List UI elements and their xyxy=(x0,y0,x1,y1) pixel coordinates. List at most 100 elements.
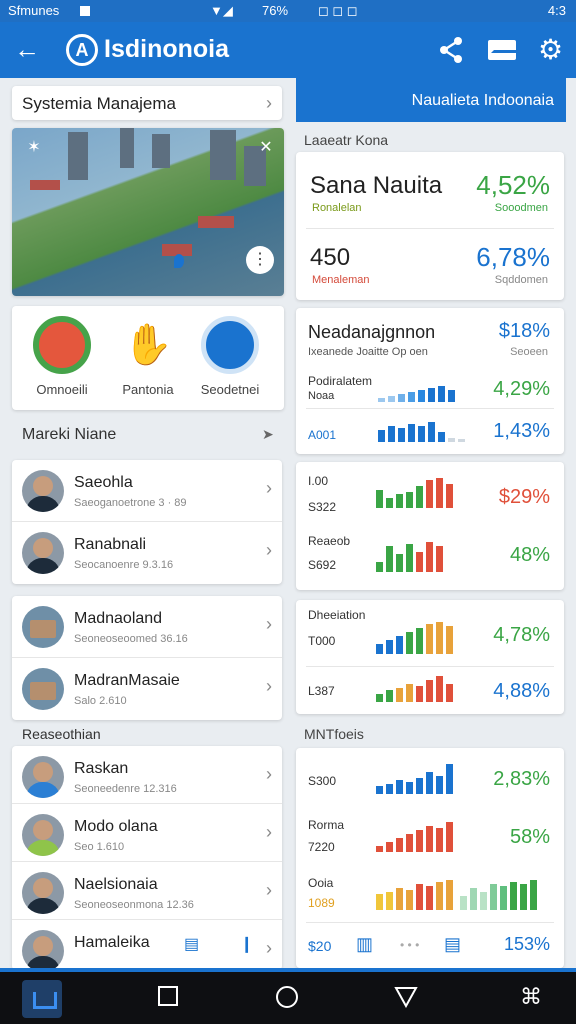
bar xyxy=(530,880,537,910)
recents-icon[interactable] xyxy=(158,986,178,1006)
bar xyxy=(408,392,415,402)
list-item[interactable]: MadranMasaie Salo 2.610 › xyxy=(12,658,282,720)
chart-card: I.00 S322 $29% Reaeob S692 48% xyxy=(296,462,564,590)
region-banner[interactable]: Naualieta Indoonaia xyxy=(296,78,566,122)
bar xyxy=(446,626,453,654)
chart-sublabel: S692 xyxy=(308,558,337,572)
bar xyxy=(426,624,433,654)
home-circle-icon[interactable] xyxy=(276,986,298,1008)
mail-icon[interactable] xyxy=(488,40,519,60)
metric-label: A001 xyxy=(308,428,337,442)
city-map-image[interactable]: ✶ ✕ ⋮ xyxy=(12,128,284,296)
bar xyxy=(438,386,445,402)
bar xyxy=(406,782,413,794)
bar xyxy=(416,686,423,702)
list-item[interactable]: Modo olana Seo 1.610 › xyxy=(12,804,282,862)
place-detail: Salo 2.610 xyxy=(74,695,127,707)
chevron-right-icon: › xyxy=(266,822,272,842)
chart-sublabel: 1089 xyxy=(308,896,335,910)
building-shape xyxy=(152,134,170,168)
avatar xyxy=(22,872,64,914)
stat-title: Sana Nauita xyxy=(310,172,443,199)
bar xyxy=(396,888,403,910)
chevron-right-icon: › xyxy=(266,676,272,696)
bar xyxy=(510,882,517,910)
expand-icon[interactable]: ➤ xyxy=(262,426,274,443)
bar xyxy=(446,684,453,702)
bar xyxy=(446,822,453,852)
status-bar: Sfmunes ▼◢ 76% ◻ ◻ ◻ 4:3 xyxy=(0,0,576,22)
gear-icon[interactable]: ⚙ xyxy=(538,36,563,64)
chart-percent: 4,78% xyxy=(493,624,550,646)
shortcut-label: Seodetnei xyxy=(200,382,260,397)
list-item[interactable]: Madnaoland Seoneoseoomed 36.16 › xyxy=(12,596,282,658)
chart-card: S300 2,83% Rorma 7220 58% Ooia 1089 $20 … xyxy=(296,748,564,968)
home-icon[interactable] xyxy=(22,980,62,1018)
bar xyxy=(398,394,405,402)
stat-value: 6,78% xyxy=(476,242,550,272)
more-options-icon[interactable]: ⋮ xyxy=(246,246,274,274)
mini-bar-chart xyxy=(378,410,465,442)
management-subtitle: Ixeanede Joaitte Op oen xyxy=(308,346,428,358)
bar xyxy=(426,480,433,508)
bar xyxy=(436,478,443,508)
shortcut-panel: Omnoeili ✋ Pantonia Seodetnei xyxy=(12,306,284,410)
management-card: Neadanajgnnon Ixeanede Joaitte Op oen $1… xyxy=(296,308,564,454)
building-shape xyxy=(68,132,88,180)
metric-label: Podiralatem xyxy=(308,374,373,388)
back-arrow-icon[interactable]: ← xyxy=(14,34,40,64)
shortcut-seodetnei[interactable]: Seodetnei xyxy=(190,316,270,397)
bar xyxy=(406,632,413,654)
chart-label: S300 xyxy=(308,774,337,788)
clipboard-icon[interactable]: ▤ xyxy=(184,934,199,954)
compass-icon[interactable]: ✶ xyxy=(20,134,48,162)
bar xyxy=(500,886,507,910)
bar xyxy=(446,484,453,508)
bar xyxy=(376,562,383,572)
chart-percent: 48% xyxy=(509,544,550,566)
bar xyxy=(436,776,443,794)
back-triangle-icon[interactable] xyxy=(394,986,418,1008)
share-icon[interactable] xyxy=(438,36,464,64)
tools-icon[interactable]: ✕ xyxy=(252,134,280,162)
building-shape xyxy=(210,130,236,180)
place-name: MadranMasaie xyxy=(74,672,180,689)
list-item[interactable]: Naelsionaia Seoneoseonmona 12.36 › xyxy=(12,862,282,920)
bank-icon[interactable]: ▥ xyxy=(356,934,373,955)
bar xyxy=(406,684,413,702)
assistant-icon[interactable]: ⌘ xyxy=(520,984,542,1010)
bar xyxy=(386,640,393,654)
chevron-right-icon: › xyxy=(266,540,272,560)
system-management-bar[interactable]: Systemia Manajema › xyxy=(12,86,282,120)
divider xyxy=(306,408,554,409)
place-thumbnail xyxy=(22,668,64,710)
shortcut-pantonia[interactable]: ✋ Pantonia xyxy=(108,316,188,397)
notification-icon xyxy=(80,6,90,16)
clipboard-icon[interactable]: ▤ xyxy=(444,934,461,955)
status-carrier: Sfmunes xyxy=(8,3,60,18)
stat-subtitle: Menaleman xyxy=(312,274,370,286)
bar-chart xyxy=(376,820,453,852)
chevron-right-icon: › xyxy=(266,478,272,498)
location-pin-icon xyxy=(174,254,184,268)
person-name: Hamaleika xyxy=(74,934,150,951)
list-item[interactable]: Hamaleika ▤ ❙ › xyxy=(12,920,282,970)
bar xyxy=(416,486,423,508)
shortcut-label: Pantonia xyxy=(122,382,174,397)
stat-title: 450 xyxy=(310,244,351,271)
pin-icon[interactable]: ❙ xyxy=(240,934,253,954)
list-item[interactable]: Saeohla Saeoganoetrone 3 · 89 › xyxy=(12,460,282,522)
list-item[interactable]: Raskan Seoneedenre 12.316 › xyxy=(12,746,282,804)
bar-chart xyxy=(376,540,443,572)
list-item[interactable]: Ranabnali Seocanoenre 9.3.16 › xyxy=(12,522,282,584)
bar xyxy=(446,764,453,794)
bar xyxy=(376,786,383,794)
bar xyxy=(406,834,413,852)
bar xyxy=(408,424,415,442)
chart-sublabel: S322 xyxy=(308,500,337,514)
region-banner-label: Naualieta Indoonaia xyxy=(411,92,554,109)
system-management-label: Systemia Manajema xyxy=(22,94,177,113)
bar xyxy=(396,554,403,572)
shortcut-omnoeili[interactable]: Omnoeili xyxy=(22,316,102,397)
status-time: 4:3 xyxy=(547,3,566,18)
